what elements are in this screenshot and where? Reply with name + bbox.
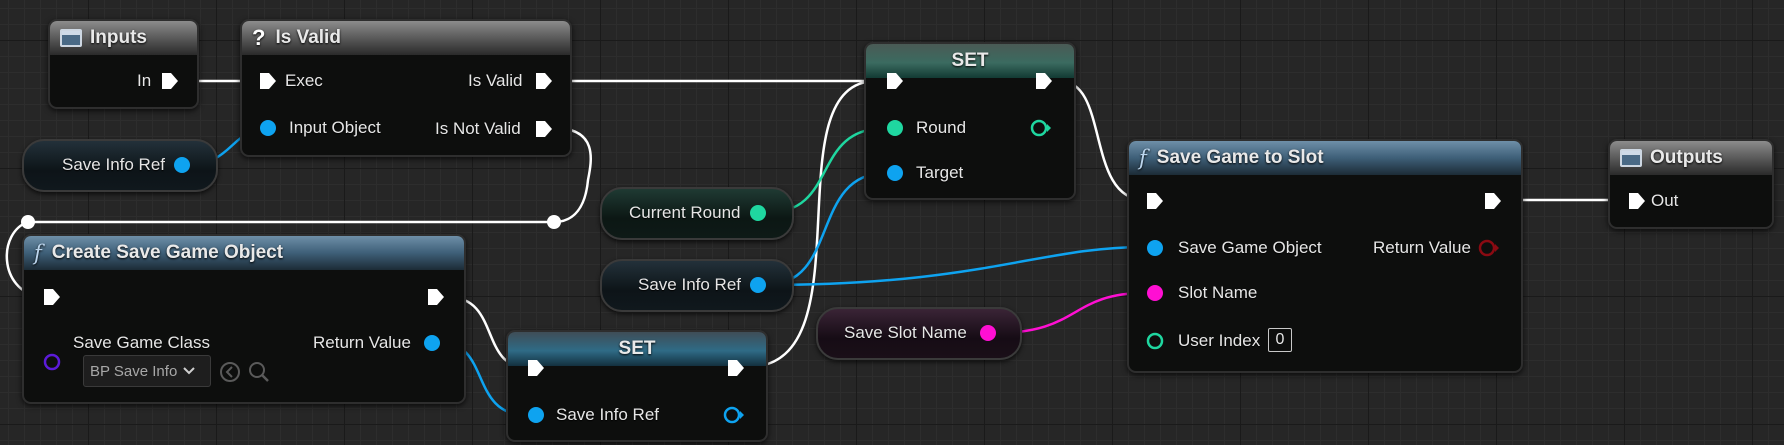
- exec-pin-out[interactable]: [534, 119, 554, 139]
- pin-label-save-game-class: Save Game Class: [73, 333, 210, 352]
- node-header: f Create Save Game Object: [24, 236, 464, 270]
- integer-pin-out[interactable]: [748, 203, 768, 223]
- pin-label-return-value: Return Value: [1373, 238, 1471, 257]
- object-pin-out[interactable]: [172, 155, 192, 175]
- variable-label: Current Round: [629, 203, 741, 222]
- function-icon: f: [34, 241, 42, 265]
- pin-label-in: In: [137, 71, 152, 90]
- integer-pin-in[interactable]: [885, 118, 905, 138]
- node-header: Inputs: [50, 21, 197, 55]
- pin-label-user-index: User Index: [1178, 331, 1261, 350]
- inputs-node[interactable]: Inputs: [48, 19, 199, 109]
- node-header: Outputs: [1610, 141, 1772, 175]
- integer-pin-out[interactable]: [1029, 118, 1051, 138]
- reroute-knot[interactable]: [547, 215, 561, 229]
- browse-back-icon[interactable]: [219, 361, 241, 383]
- bool-pin-out[interactable]: [1477, 238, 1499, 258]
- node-title: Outputs: [1650, 147, 1723, 168]
- question-icon: ?: [252, 25, 266, 50]
- exec-pin-out[interactable]: [426, 287, 446, 307]
- exec-pin-in[interactable]: [258, 71, 278, 91]
- pin-label-out: Out: [1651, 191, 1679, 210]
- pin-label-round: Round: [916, 118, 967, 137]
- exec-pin-in[interactable]: [1627, 191, 1647, 211]
- pin-label-is-not-valid: Is Not Valid: [435, 119, 521, 138]
- object-pin-in[interactable]: [526, 405, 546, 425]
- dropdown-value: BP Save Info: [90, 362, 178, 380]
- node-title: Create Save Game Object: [51, 242, 284, 263]
- variable-label: Save Slot Name: [844, 323, 967, 342]
- node-title: SET: [951, 50, 989, 71]
- pin-label-exec: Exec: [285, 71, 323, 90]
- node-title: Save Game to Slot: [1156, 147, 1324, 168]
- exec-pin-out[interactable]: [534, 71, 554, 91]
- pin-label-save-game-object: Save Game Object: [1178, 238, 1322, 257]
- class-pin-in[interactable]: [42, 352, 62, 372]
- integer-pin-in[interactable]: [1145, 331, 1165, 351]
- tunnel-icon: [1620, 149, 1642, 167]
- tunnel-icon: [60, 29, 82, 47]
- save-game-class-dropdown[interactable]: BP Save Info: [83, 355, 211, 387]
- object-wire: [765, 245, 1146, 287]
- object-pin-in[interactable]: [885, 163, 905, 183]
- string-pin-in[interactable]: [1145, 283, 1165, 303]
- object-pin-in[interactable]: [258, 118, 278, 138]
- exec-pin-in[interactable]: [526, 358, 546, 378]
- exec-pin-out[interactable]: [160, 71, 180, 91]
- exec-pin-out[interactable]: [726, 358, 746, 378]
- exec-pin-out[interactable]: [1483, 191, 1503, 211]
- exec-pin-out[interactable]: [1034, 71, 1054, 91]
- pin-label-target: Target: [916, 163, 964, 182]
- node-title: SET: [618, 338, 656, 359]
- user-index-input[interactable]: 0: [1268, 328, 1292, 352]
- chevron-down-icon: [183, 367, 196, 375]
- object-pin-in[interactable]: [1145, 238, 1165, 258]
- node-title: Is Valid: [275, 27, 341, 48]
- pin-label-save-info-ref: Save Info Ref: [556, 405, 660, 424]
- exec-pin-in[interactable]: [42, 287, 62, 307]
- variable-label: Save Info Ref: [638, 275, 742, 294]
- pin-label-is-valid: Is Valid: [468, 71, 523, 90]
- pin-label-input-object: Input Object: [289, 118, 381, 137]
- set-save-info-ref-node[interactable]: SET: [506, 330, 768, 442]
- object-pin-out[interactable]: [748, 275, 768, 295]
- object-pin-out[interactable]: [722, 405, 744, 425]
- node-header: f Save Game to Slot: [1129, 141, 1521, 175]
- search-icon[interactable]: [248, 361, 270, 383]
- object-pin-out[interactable]: [422, 333, 442, 353]
- outputs-node[interactable]: Outputs: [1608, 139, 1774, 229]
- string-pin-out[interactable]: [978, 323, 998, 343]
- function-icon: f: [1139, 146, 1147, 170]
- node-header: ? Is Valid: [242, 21, 570, 55]
- node-title: Inputs: [90, 27, 147, 48]
- exec-pin-in[interactable]: [1145, 191, 1165, 211]
- pin-label-return-value: Return Value: [313, 333, 411, 352]
- pin-label-slot-name: Slot Name: [1178, 283, 1258, 302]
- exec-pin-in[interactable]: [885, 71, 905, 91]
- variable-label: Save Info Ref: [62, 155, 166, 174]
- reroute-knot[interactable]: [21, 215, 35, 229]
